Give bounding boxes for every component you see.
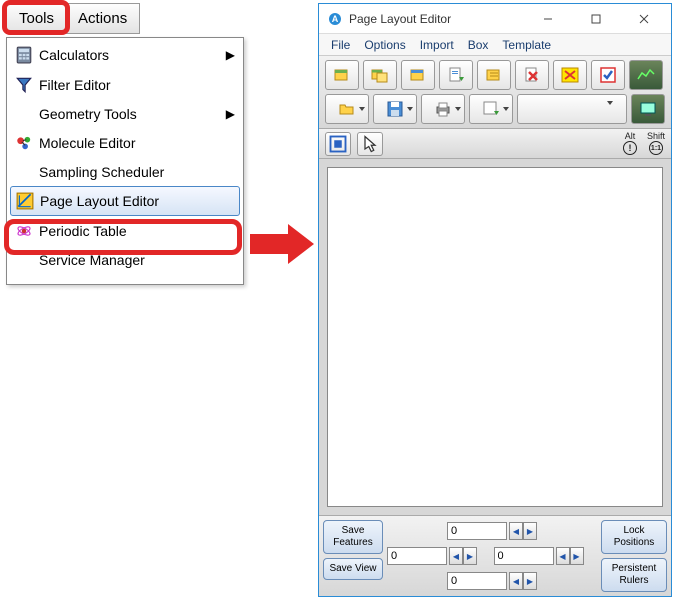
persistent-rulers-button[interactable]: Persistent Rulers — [601, 558, 667, 592]
menu-item-page-layout-editor[interactable]: Page Layout Editor — [10, 186, 240, 216]
toolbar-btn-print[interactable] — [421, 94, 465, 124]
toolbar-btn-1[interactable] — [325, 60, 359, 90]
menu-item-label: Molecule Editor — [39, 135, 136, 151]
menu-item-label: Page Layout Editor — [40, 193, 159, 209]
menu-box[interactable]: Box — [462, 36, 495, 54]
menu-item-label: Calculators — [39, 47, 109, 63]
app-icon: A — [327, 11, 343, 27]
toolbar-dropdown[interactable] — [517, 94, 627, 124]
tool-select-all[interactable] — [325, 132, 351, 156]
menu-template[interactable]: Template — [496, 36, 557, 54]
mod-alt: Alt! — [623, 132, 637, 155]
close-button[interactable] — [623, 8, 665, 30]
menu-item-label: Geometry Tools — [39, 106, 137, 122]
position-spinners: ◀▶ ◀▶ ◀▶ ◀▶ — [387, 520, 597, 592]
spin-top-input[interactable] — [447, 522, 507, 540]
menu-item-calculators[interactable]: Calculators ▶ — [7, 40, 243, 70]
toolbar-btn-delete[interactable] — [515, 60, 549, 90]
menu-tabs: Tools Actions — [6, 3, 140, 34]
toolbar-btn-open[interactable] — [325, 94, 369, 124]
menu-tab-tools[interactable]: Tools — [7, 4, 66, 33]
toolbar-btn-chart[interactable] — [629, 60, 663, 90]
toolbar-btn-4[interactable] — [439, 60, 473, 90]
layout-canvas[interactable] — [327, 167, 663, 507]
svg-text:A: A — [332, 14, 339, 24]
menu-item-geometry-tools[interactable]: Geometry Tools ▶ — [7, 100, 243, 128]
menu-item-periodic-table[interactable]: Periodic Table — [7, 216, 243, 246]
page-layout-icon — [16, 192, 34, 210]
menu-item-label: Periodic Table — [39, 223, 127, 239]
menu-item-sampling-scheduler[interactable]: Sampling Scheduler — [7, 158, 243, 186]
menu-import[interactable]: Import — [414, 36, 460, 54]
toolbar-btn-monitor[interactable] — [631, 94, 665, 124]
toolbar-btn-export[interactable] — [469, 94, 513, 124]
toolbar-btn-3[interactable] — [401, 60, 435, 90]
page-layout-editor-window: A Page Layout Editor File Options Import… — [318, 3, 672, 597]
tool-strip: Alt! Shift1:1 — [319, 129, 671, 159]
mod-shift: Shift1:1 — [647, 132, 665, 155]
spin-left-inc[interactable]: ▶ — [463, 547, 477, 565]
canvas-area — [319, 159, 671, 515]
tool-pointer[interactable] — [357, 132, 383, 156]
lock-positions-button[interactable]: Lock Positions — [601, 520, 667, 554]
toolbar-btn-check[interactable] — [591, 60, 625, 90]
maximize-button[interactable] — [575, 8, 617, 30]
menu-item-molecule-editor[interactable]: Molecule Editor — [7, 128, 243, 158]
titlebar: A Page Layout Editor — [319, 4, 671, 34]
menu-item-filter-editor[interactable]: Filter Editor — [7, 70, 243, 100]
toolbar — [319, 56, 671, 129]
toolbar-btn-highlight[interactable] — [553, 60, 587, 90]
toolbar-btn-5[interactable] — [477, 60, 511, 90]
spin-top-inc[interactable]: ▶ — [523, 522, 537, 540]
save-features-button[interactable]: Save Features — [323, 520, 383, 554]
spin-bottom-input[interactable] — [447, 572, 507, 590]
spin-left-dec[interactable]: ◀ — [449, 547, 463, 565]
menu-item-label: Service Manager — [39, 252, 145, 268]
molecule-icon — [15, 134, 33, 152]
bottom-panel: Save Features Save View ◀▶ ◀▶ ◀▶ ◀▶ Lock… — [319, 515, 671, 596]
filter-icon — [15, 76, 33, 94]
menu-file[interactable]: File — [325, 36, 356, 54]
spin-right-input[interactable] — [494, 547, 554, 565]
submenu-arrow-icon: ▶ — [226, 107, 235, 121]
tools-menu: Calculators ▶ Filter Editor Geometry Too… — [6, 37, 244, 285]
menu-item-service-manager[interactable]: Service Manager — [7, 246, 243, 274]
toolbar-btn-2[interactable] — [363, 60, 397, 90]
spin-top-dec[interactable]: ◀ — [509, 522, 523, 540]
submenu-arrow-icon: ▶ — [226, 48, 235, 62]
spin-bottom-dec[interactable]: ◀ — [509, 572, 523, 590]
spin-right-dec[interactable]: ◀ — [556, 547, 570, 565]
menu-options[interactable]: Options — [358, 36, 411, 54]
spin-left-input[interactable] — [387, 547, 447, 565]
annotation-arrow-icon — [248, 222, 318, 266]
atom-icon — [15, 222, 33, 240]
toolbar-btn-save[interactable] — [373, 94, 417, 124]
window-title: Page Layout Editor — [349, 12, 521, 26]
menu-tab-actions[interactable]: Actions — [66, 4, 139, 33]
calculator-icon — [15, 46, 33, 64]
menu-item-label: Sampling Scheduler — [39, 164, 164, 180]
spin-right-inc[interactable]: ▶ — [570, 547, 584, 565]
spin-bottom-inc[interactable]: ▶ — [523, 572, 537, 590]
menubar: File Options Import Box Template — [319, 34, 671, 56]
save-view-button[interactable]: Save View — [323, 558, 383, 580]
minimize-button[interactable] — [527, 8, 569, 30]
menu-item-label: Filter Editor — [39, 77, 111, 93]
